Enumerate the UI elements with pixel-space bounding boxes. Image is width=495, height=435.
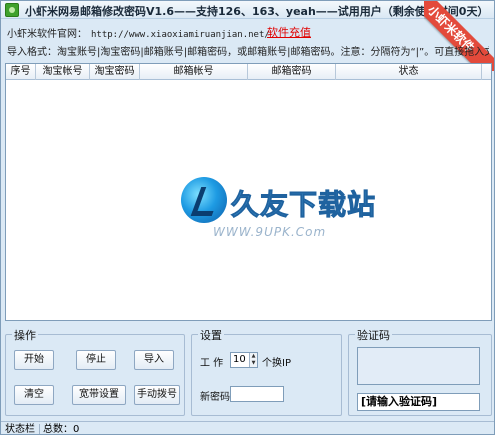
stepper-arrows[interactable]: ▲ ▼ — [249, 353, 257, 367]
watermark-url: WWW.9UPK.Com — [213, 225, 327, 239]
stepper-down-icon[interactable]: ▼ — [250, 360, 257, 367]
title-bar[interactable]: 小虾米网易邮箱修改密码V1.6——支持126、163、yeah——试用用户（剩余… — [1, 1, 494, 19]
work-suffix-label: 个换IP — [262, 358, 291, 369]
broadband-settings-button[interactable]: 宽带设置 — [72, 385, 126, 405]
window-title: 小虾米网易邮箱修改密码V1.6——支持126、163、yeah——试用用户（剩余… — [25, 5, 489, 18]
watermark-logo-icon — [181, 177, 227, 223]
clear-button[interactable]: 清空 — [14, 385, 54, 405]
operations-group-title: 操作 — [12, 327, 38, 343]
column-header-email-account[interactable]: 邮箱帐号 — [140, 64, 248, 80]
site-label: 小虾米软件官网： — [7, 29, 87, 40]
start-button[interactable]: 开始 — [14, 350, 54, 370]
captcha-input[interactable]: [请输入验证码] — [357, 393, 480, 411]
table-header: 序号 淘宝帐号 淘宝密码 邮箱帐号 邮箱密码 状态 — [6, 64, 491, 80]
column-header-taobao-account[interactable]: 淘宝帐号 — [36, 64, 90, 80]
work-count-stepper[interactable]: 10 ▲ ▼ — [230, 352, 258, 368]
column-header-index[interactable]: 序号 — [6, 64, 36, 80]
settings-group-title: 设置 — [198, 327, 224, 343]
main-window: 小虾米网易邮箱修改密码V1.6——支持126、163、yeah——试用用户（剩余… — [0, 0, 495, 435]
operations-group: 操作 开始 停止 导入 清空 宽带设置 手动拨号 — [5, 327, 185, 416]
account-table[interactable]: 序号 淘宝帐号 淘宝密码 邮箱帐号 邮箱密码 状态 久友下载站 WWW.9UPK… — [5, 63, 492, 321]
column-header-taobao-password[interactable]: 淘宝密码 — [90, 64, 140, 80]
import-format-hint: 导入格式：淘宝账号|淘宝密码|邮箱账号|邮箱密码，或邮箱账号|邮箱密码。注意：分… — [7, 47, 489, 58]
corner-ribbon: 小虾米软件 — [424, 1, 494, 71]
status-total: 总数：0 — [43, 424, 80, 435]
site-url: http://www.xiaoxiamiruanjian.net/ — [91, 30, 270, 40]
work-label: 工 作 — [200, 358, 224, 369]
watermark-text: 久友下载站 — [230, 188, 377, 222]
work-count-value: 10 — [233, 354, 246, 365]
site-row: 小虾米软件官网： http://www.xiaoxiamiruanjian.net… — [7, 25, 270, 40]
app-icon — [5, 3, 19, 17]
watermark-logo: 久友下载站 WWW.9UPK.Com — [181, 169, 376, 289]
column-header-status[interactable]: 状态 — [336, 64, 482, 80]
recharge-link[interactable]: 软件充值 — [267, 24, 311, 40]
status-bar: 状态栏 总数：0 — [1, 421, 494, 435]
import-button[interactable]: 导入 — [134, 350, 174, 370]
new-password-input[interactable] — [230, 386, 284, 402]
settings-group: 设置 工 作 10 ▲ ▼ 个换IP 新密码 — [191, 327, 342, 416]
manual-dial-button[interactable]: 手动拨号 — [134, 385, 180, 405]
stop-button[interactable]: 停止 — [76, 350, 116, 370]
stepper-up-icon[interactable]: ▲ — [250, 353, 257, 360]
status-label: 状态栏 — [5, 424, 35, 435]
captcha-image[interactable] — [357, 347, 480, 385]
new-password-label: 新密码 — [200, 392, 230, 403]
captcha-group-title: 验证码 — [355, 327, 392, 343]
captcha-group: 验证码 [请输入验证码] — [348, 327, 492, 416]
ribbon-label: 小虾米软件 — [424, 1, 494, 71]
column-header-email-password[interactable]: 邮箱密码 — [248, 64, 336, 80]
status-divider — [39, 424, 40, 434]
